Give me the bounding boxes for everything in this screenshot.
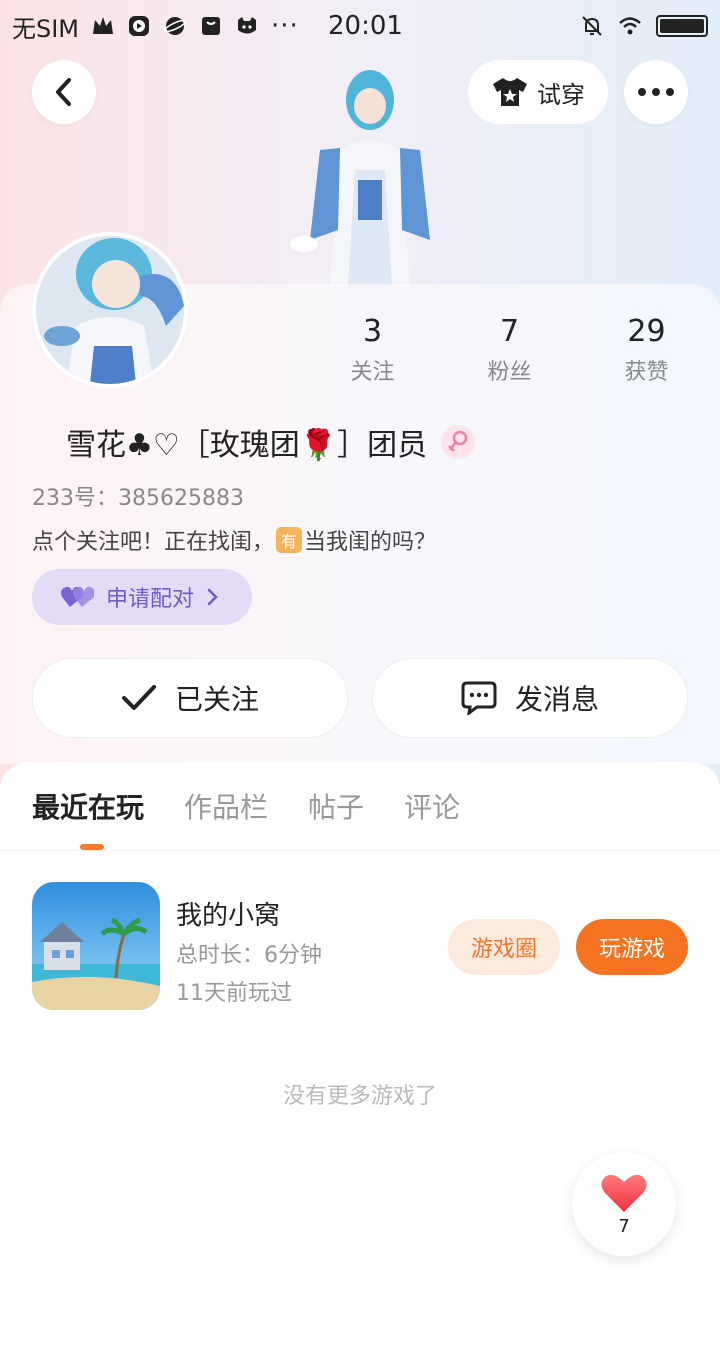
clock: 20:01	[328, 11, 403, 41]
character-avatar-art	[290, 70, 430, 286]
request-pair-label: 申请配对	[106, 587, 195, 612]
stat-label: 关注	[350, 360, 395, 385]
like-button[interactable]: 7	[572, 1152, 676, 1256]
double-heart-icon	[61, 586, 94, 607]
play-game-button[interactable]: 玩游戏	[576, 919, 688, 975]
game-thumbnail[interactable]	[32, 882, 160, 1010]
like-count: 7	[618, 1215, 630, 1237]
stat-label: 获赞	[624, 360, 669, 385]
game-title[interactable]: 我的小窝	[176, 895, 280, 932]
cat-face-icon	[238, 17, 257, 34]
tab-recently-played[interactable]: 最近在玩	[32, 786, 144, 826]
stat-label: 粉丝	[487, 360, 532, 385]
avatar[interactable]	[32, 232, 188, 388]
stat-following[interactable]: 3 关注	[304, 312, 441, 386]
more-options-button[interactable]	[624, 60, 688, 124]
shirt-icon	[493, 78, 527, 106]
stat-value: 7	[499, 314, 520, 349]
stat-value: 29	[627, 314, 666, 349]
more-dots-icon	[638, 88, 674, 96]
stats-row: 3 关注 7 粉丝 29 获赞	[304, 312, 716, 386]
bag-icon	[202, 17, 221, 35]
following-button[interactable]: 已关注	[32, 658, 348, 738]
chat-bubble-icon	[461, 681, 497, 715]
following-label: 已关注	[174, 683, 259, 716]
send-message-button[interactable]: 发消息	[372, 658, 688, 738]
tab-comments[interactable]: 评论	[404, 786, 460, 826]
game-cover-image	[32, 882, 160, 1010]
try-on-label: 试穿	[537, 80, 585, 109]
game-last-played: 11天前玩过	[176, 981, 292, 1006]
stat-value: 3	[362, 314, 383, 349]
carrier-label: 无SIM	[12, 14, 80, 43]
planet-icon	[164, 17, 186, 35]
tab-works[interactable]: 作品栏	[184, 786, 268, 826]
battery-icon	[656, 15, 708, 37]
bio-text-before: 点个关注吧！正在找闺，	[32, 530, 275, 555]
request-pair-button[interactable]: 申请配对	[32, 569, 252, 625]
female-gender-icon	[441, 425, 476, 459]
wifi-icon	[619, 17, 641, 35]
try-on-button[interactable]: 试穿	[468, 60, 608, 124]
game-circle-button[interactable]: 游戏圈	[448, 919, 560, 975]
mute-bell-icon	[582, 16, 602, 36]
content-panel	[0, 762, 720, 1356]
no-more-games-note: 没有更多游戏了	[282, 1084, 437, 1109]
user-id: 233号：385625883	[32, 486, 244, 511]
tab-posts[interactable]: 帖子	[308, 786, 364, 826]
bio-text-after: 当我闺的吗？	[304, 530, 437, 555]
status-bar: 无SIM ··· 20:01	[0, 0, 720, 52]
nickname: 雪花♣♡［玫瑰团🌹］团员	[66, 428, 428, 463]
play-app-icon	[129, 16, 150, 36]
crown-icon	[93, 17, 114, 34]
bio-emoji: 有	[276, 527, 303, 553]
bio: 点个关注吧！正在找闺， 有 当我闺的吗？	[32, 524, 436, 556]
send-message-label: 发消息	[514, 683, 599, 716]
chevron-left-icon	[56, 78, 71, 106]
heart-icon	[601, 1174, 647, 1212]
check-icon	[121, 685, 156, 710]
chevron-right-icon	[207, 588, 218, 606]
more-notifications-icon: ···	[271, 11, 299, 41]
stat-likes[interactable]: 29 获赞	[578, 312, 715, 386]
game-total-duration: 总时长：6分钟	[176, 943, 322, 968]
tabs-divider	[0, 850, 720, 851]
stat-followers[interactable]: 7 粉丝	[441, 312, 578, 386]
nickname-row: 雪花♣♡［玫瑰团🌹］团员	[66, 420, 476, 464]
profile-tabs: 最近在玩 作品栏 帖子 评论	[32, 786, 460, 826]
avatar-image	[36, 236, 184, 384]
back-button[interactable]	[32, 60, 96, 124]
